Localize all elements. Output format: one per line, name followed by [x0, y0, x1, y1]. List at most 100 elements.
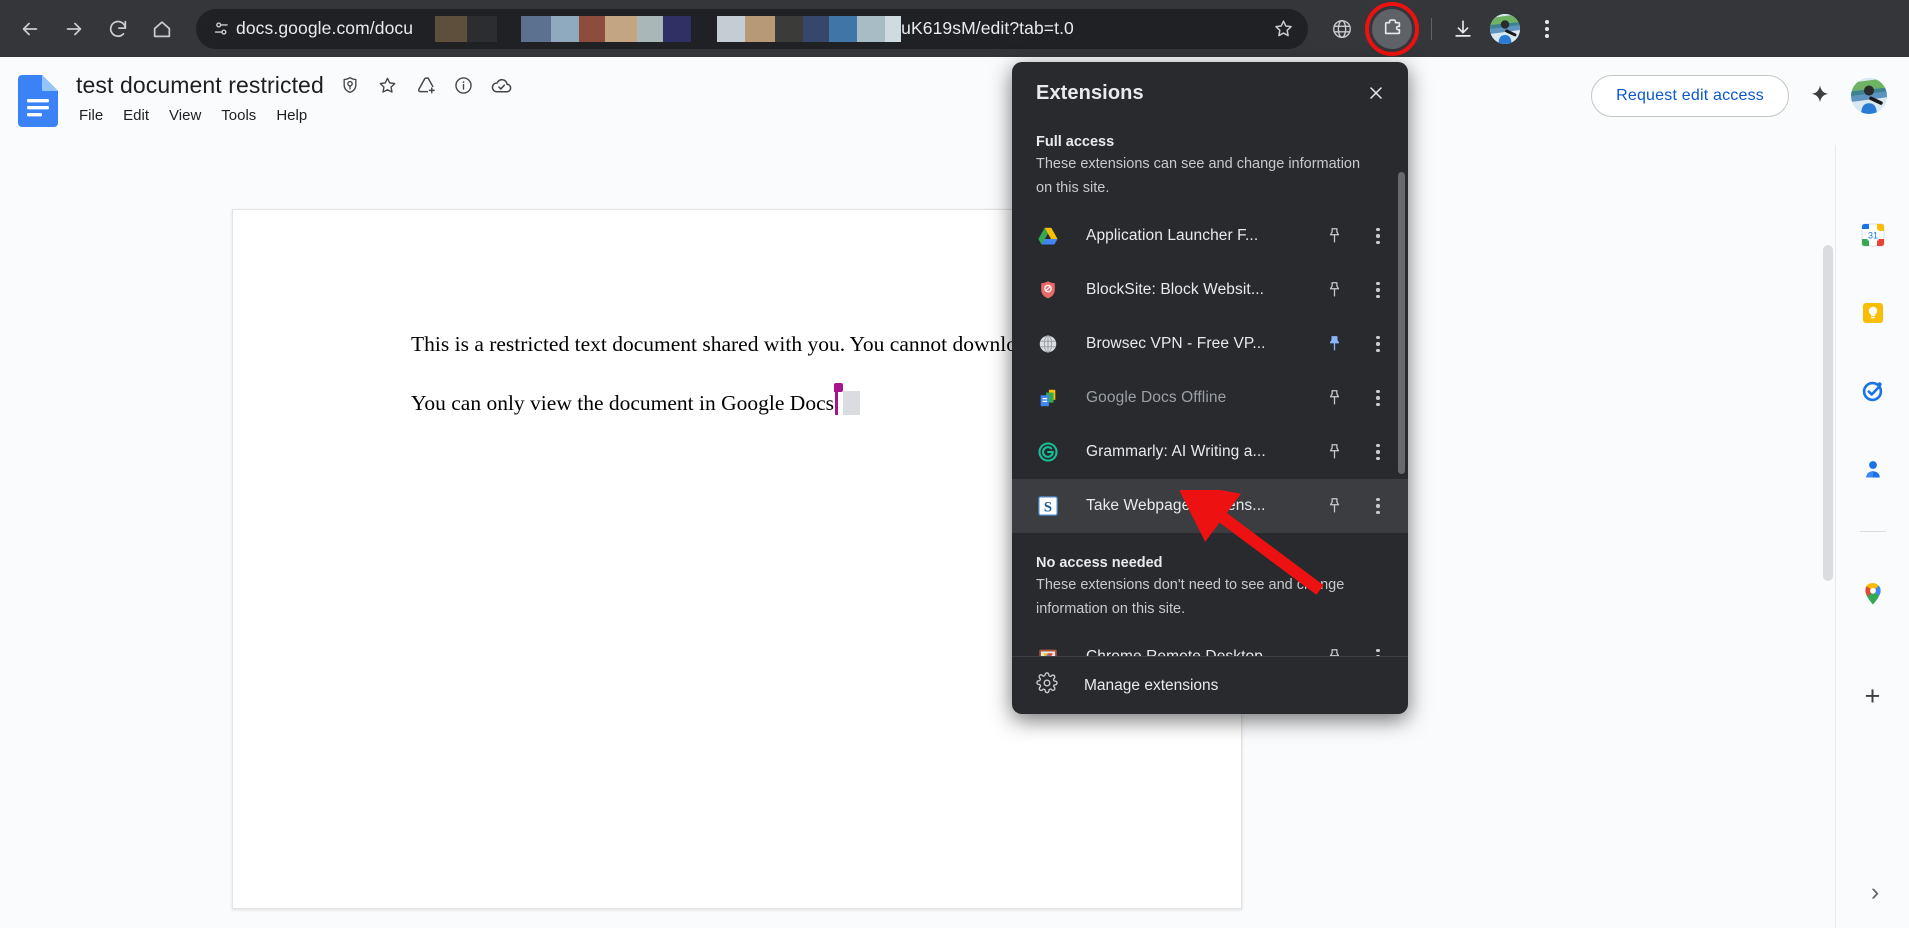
extension-more-options-icon[interactable]: [1362, 382, 1394, 414]
extension-name: Google Docs Offline: [1086, 388, 1227, 406]
document-scroll-area[interactable]: This is a restricted text document share…: [0, 145, 1909, 928]
section-heading-no-access: No access needed: [1036, 554, 1163, 571]
extension-name: Application Launcher F...: [1086, 226, 1259, 244]
docs-header-actions: Request edit access: [1591, 75, 1887, 117]
extensions-panel-title: Extensions: [1036, 81, 1144, 104]
extensions-panel-header: Extensions: [1012, 62, 1408, 124]
document-title-block: test document restricted File Edit View …: [72, 69, 518, 128]
extension-row-take-webpage-screenshot[interactable]: S Take Webpage Screens...: [1012, 478, 1408, 533]
extension-row-application-launcher[interactable]: Application Launcher F...: [1012, 209, 1408, 263]
url-suffix: uK619sM/edit?tab=t.0: [901, 18, 1074, 38]
text-selection-block: [842, 390, 860, 415]
extension-name: BlockSite: Block Websit...: [1086, 280, 1265, 298]
download-icon[interactable]: [1443, 9, 1483, 49]
gemini-sparkle-icon[interactable]: [1799, 75, 1841, 117]
menu-edit[interactable]: Edit: [114, 103, 158, 128]
extension-more-options-icon[interactable]: [1362, 641, 1394, 656]
document-paragraph-3-wrapper: You can only view the document in Google…: [411, 382, 860, 420]
translate-globe-icon[interactable]: [1322, 9, 1362, 49]
extension-more-options-icon[interactable]: [1362, 274, 1394, 306]
add-on-button[interactable]: +: [1853, 676, 1893, 716]
document-paragraph-3: You can only view the document in Google…: [411, 390, 834, 415]
extension-row-blocksite[interactable]: BlockSite: Block Websit...: [1012, 263, 1408, 317]
url-redaction-block-1: [435, 15, 498, 42]
bookmark-star-icon[interactable]: [1266, 12, 1300, 46]
extension-more-options-icon[interactable]: [1362, 328, 1394, 360]
chrome-remote-desktop-icon: [1036, 645, 1060, 656]
docs-account-avatar[interactable]: [1851, 78, 1887, 114]
page-title[interactable]: test document restricted: [72, 70, 328, 101]
star-icon[interactable]: [372, 69, 404, 101]
docs-menubar: File Edit View Tools Help: [70, 103, 518, 128]
google-maps-icon[interactable]: [1853, 574, 1893, 614]
rail-divider: [1859, 531, 1886, 532]
screenshot-s-icon: S: [1036, 494, 1060, 518]
browser-action-icons: [1322, 1, 1567, 56]
google-docs-app: test document restricted File Edit View …: [0, 57, 1909, 928]
expand-side-panel-button[interactable]: ›: [1857, 874, 1893, 910]
extension-more-options-icon[interactable]: [1362, 436, 1394, 468]
extension-row-chrome-remote-desktop[interactable]: Chrome Remote Desktop: [1012, 630, 1408, 656]
move-to-drive-icon[interactable]: [410, 69, 442, 101]
url-redaction-block-3: [717, 15, 902, 42]
google-keep-icon[interactable]: [1853, 293, 1893, 333]
menu-tools[interactable]: Tools: [212, 103, 265, 128]
chrome-menu-icon[interactable]: [1527, 9, 1567, 49]
profile-avatar[interactable]: [1485, 9, 1525, 49]
menu-help[interactable]: Help: [267, 103, 316, 128]
extension-name: Browsec VPN - Free VP...: [1086, 334, 1266, 352]
extensions-list-scroll[interactable]: Full access These extensions can see and…: [1012, 124, 1408, 656]
pin-icon[interactable]: [1318, 382, 1350, 414]
blocksite-shield-icon: [1036, 278, 1060, 302]
pin-icon[interactable]: [1318, 274, 1350, 306]
pin-icon[interactable]: [1318, 641, 1350, 656]
home-button[interactable]: [140, 7, 184, 51]
site-settings-icon[interactable]: [206, 14, 236, 44]
navigation-buttons: [0, 7, 184, 51]
extensions-panel-scrollbar[interactable]: [1398, 172, 1405, 474]
extensions-panel: Extensions Full access These extensions …: [1012, 62, 1408, 714]
manage-extensions-label: Manage extensions: [1084, 676, 1219, 694]
pin-icon-active[interactable]: [1318, 328, 1350, 360]
url-redaction-block-2: [521, 15, 692, 42]
menu-file[interactable]: File: [70, 103, 112, 128]
close-icon[interactable]: [1358, 75, 1394, 111]
extension-more-options-icon[interactable]: [1362, 220, 1394, 252]
google-docs-logo-icon: [18, 75, 58, 127]
grammarly-icon: [1036, 440, 1060, 464]
pin-icon[interactable]: [1318, 490, 1350, 522]
gear-icon: [1036, 672, 1058, 699]
svg-text:S: S: [1044, 499, 1052, 515]
pin-icon[interactable]: [1318, 220, 1350, 252]
extension-name: Chrome Remote Desktop: [1086, 648, 1318, 656]
extension-row-google-docs-offline[interactable]: Google Docs Offline: [1012, 371, 1408, 425]
info-icon[interactable]: [448, 69, 480, 101]
forward-button[interactable]: [52, 7, 96, 51]
extension-row-browsec-vpn[interactable]: Browsec VPN - Free VP...: [1012, 317, 1408, 371]
menu-view[interactable]: View: [160, 103, 210, 128]
shield-check-icon[interactable]: [334, 69, 366, 101]
pin-icon[interactable]: [1318, 436, 1350, 468]
google-tasks-icon[interactable]: [1853, 371, 1893, 411]
extensions-puzzle-icon[interactable]: [1365, 1, 1419, 56]
cloud-saved-icon[interactable]: [486, 69, 518, 101]
address-bar[interactable]: docs.google.com/docu uK619sM/edit?tab=t.…: [196, 8, 1308, 49]
browser-toolbar: docs.google.com/docu uK619sM/edit?tab=t.…: [0, 0, 1909, 57]
manage-extensions-button[interactable]: Manage extensions: [1012, 656, 1408, 714]
google-contacts-icon[interactable]: [1853, 449, 1893, 489]
url-text[interactable]: docs.google.com/docu uK619sM/edit?tab=t.…: [236, 9, 1266, 49]
google-calendar-icon[interactable]: 31: [1853, 215, 1893, 255]
extension-row-grammarly[interactable]: Grammarly: AI Writing a...: [1012, 425, 1408, 479]
document-paragraph-1: This is a restricted text document share…: [411, 332, 846, 356]
toolbar-divider: [1431, 17, 1432, 40]
url-prefix: docs.google.com/docu: [236, 18, 414, 38]
extension-name: Take Webpage Screens...: [1086, 496, 1266, 514]
browsec-globe-icon: [1036, 332, 1060, 356]
reload-button[interactable]: [96, 7, 140, 51]
document-scrollbar[interactable]: [1823, 245, 1833, 581]
back-button[interactable]: [8, 7, 52, 51]
section-description-no-access: These extensions don't need to see and c…: [1036, 576, 1345, 617]
section-description-full-access: These extensions can see and change info…: [1036, 156, 1361, 196]
extension-more-options-icon[interactable]: [1362, 490, 1394, 522]
request-edit-access-button[interactable]: Request edit access: [1591, 75, 1789, 117]
